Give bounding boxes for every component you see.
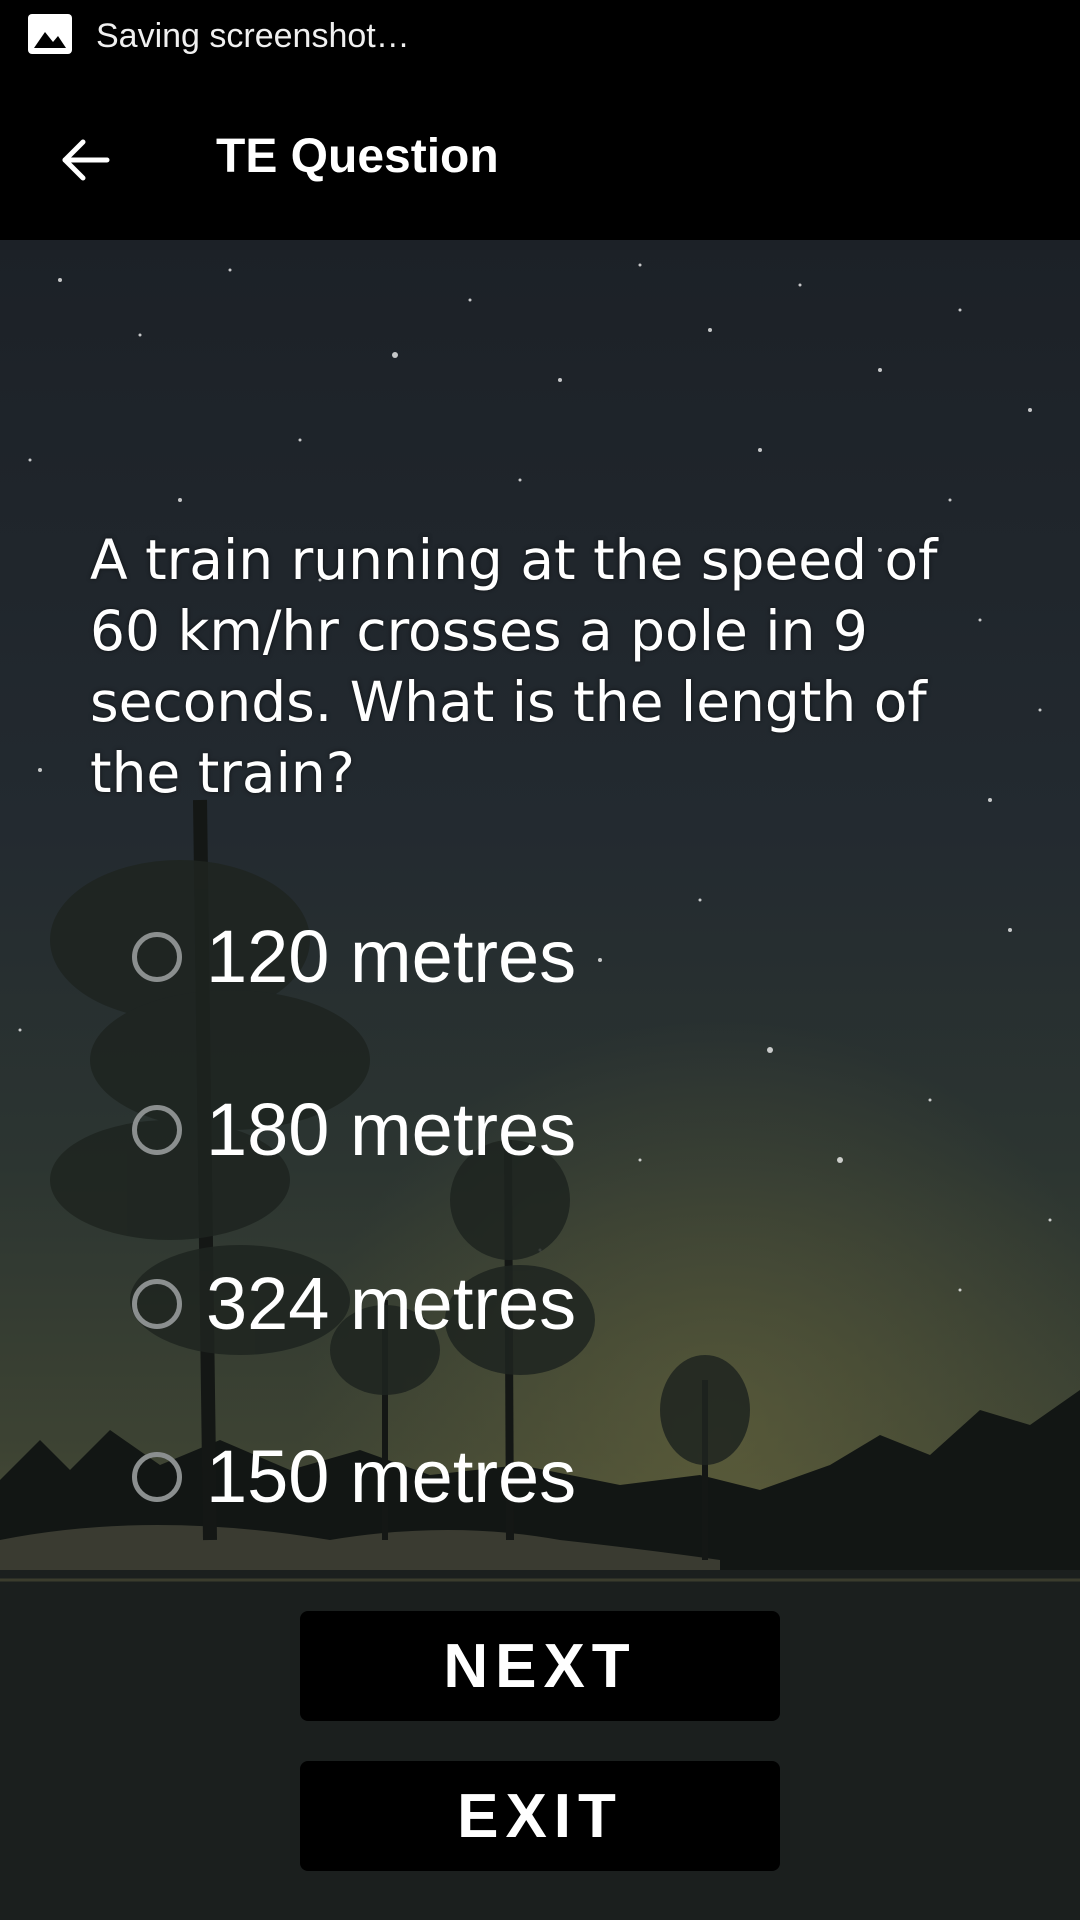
option-label: 150 metres <box>206 1435 577 1518</box>
option-1[interactable]: 120 metres <box>132 897 832 1017</box>
status-text: Saving screenshot… <box>96 17 410 55</box>
exit-button-label: EXIT <box>457 1781 623 1851</box>
image-icon <box>28 14 72 54</box>
app-bar: TE Question <box>0 75 1080 240</box>
page-title: TE Question <box>216 130 499 183</box>
question-text: A train running at the speed of 60 km/hr… <box>90 528 938 805</box>
next-button-label: NEXT <box>443 1631 637 1701</box>
next-button[interactable]: NEXT <box>300 1611 780 1721</box>
back-button[interactable] <box>40 115 130 205</box>
status-bar: Saving screenshot… <box>0 0 1080 75</box>
option-label: 324 metres <box>206 1262 577 1345</box>
exit-button[interactable]: EXIT <box>300 1761 780 1871</box>
option-3[interactable]: 324 metres <box>132 1244 832 1364</box>
option-label: 180 metres <box>206 1088 577 1171</box>
radio-button[interactable] <box>132 932 182 982</box>
option-label: 120 metres <box>206 915 577 998</box>
option-2[interactable]: 180 metres <box>132 1070 832 1190</box>
radio-button[interactable] <box>132 1452 182 1502</box>
radio-button[interactable] <box>132 1105 182 1155</box>
arrow-left-icon <box>62 139 110 181</box>
radio-button[interactable] <box>132 1279 182 1329</box>
option-4[interactable]: 150 metres <box>132 1417 832 1537</box>
